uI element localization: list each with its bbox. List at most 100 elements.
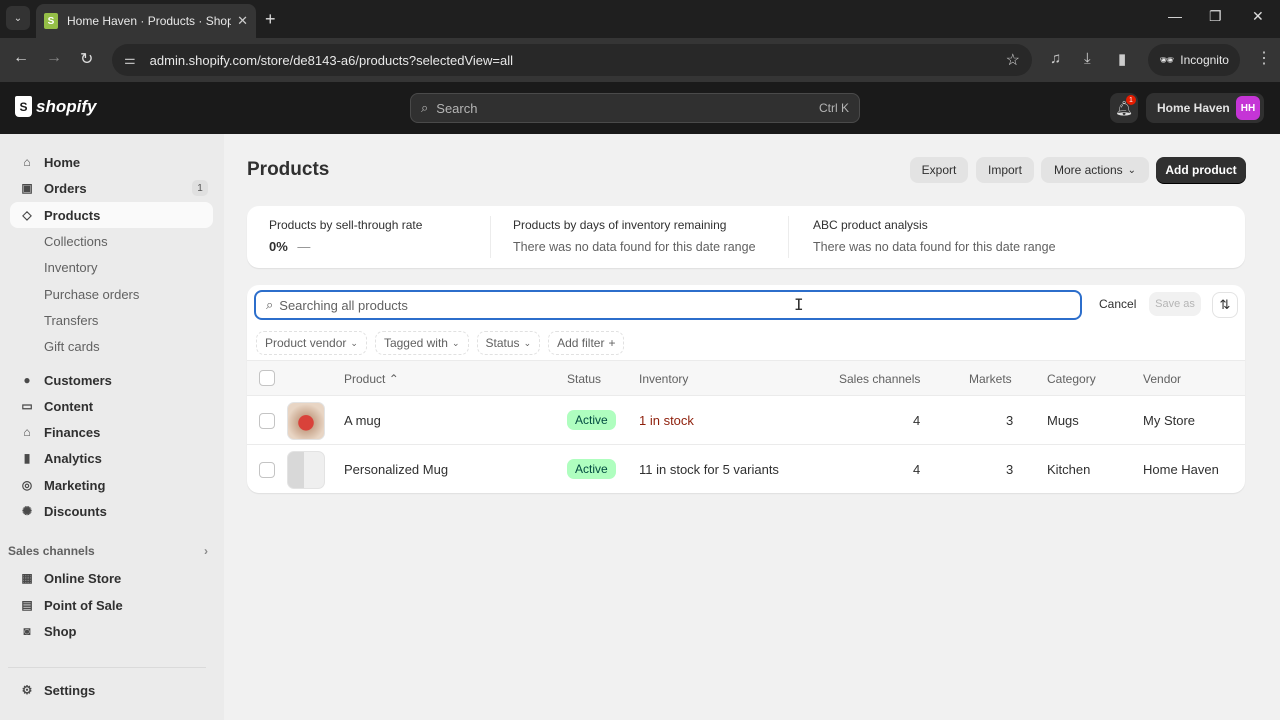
- media-icon[interactable]: ♫: [1050, 50, 1061, 67]
- sidebar-item-products[interactable]: ◇ Products: [10, 202, 213, 228]
- column-product[interactable]: Product ⌃: [344, 372, 399, 386]
- column-markets: Markets: [969, 372, 1012, 386]
- chevron-right-icon: ›: [204, 544, 208, 558]
- export-button[interactable]: Export: [910, 157, 968, 183]
- sidebar-item-label: Shop: [44, 623, 77, 639]
- product-name[interactable]: A mug: [344, 413, 381, 428]
- sidebar-item-label: Point of Sale: [44, 597, 123, 613]
- store-menu-button[interactable]: Home Haven HH: [1146, 93, 1264, 123]
- sidebar-item-label: Finances: [44, 424, 101, 440]
- markets-value: 3: [1006, 413, 1014, 428]
- browser-tab[interactable]: S Home Haven · Products · Shopify ✕: [36, 4, 256, 38]
- add-filter-button[interactable]: Add filter +: [548, 331, 625, 355]
- status-badge: Active: [567, 410, 616, 430]
- global-search[interactable]: ⌕ Search Ctrl K: [410, 93, 860, 123]
- close-tab-icon[interactable]: ✕: [237, 13, 248, 29]
- column-sales-channels: Sales channels: [839, 372, 921, 386]
- cancel-button[interactable]: Cancel: [1099, 297, 1136, 311]
- new-tab-button[interactable]: +: [265, 9, 276, 30]
- bookmark-star-icon[interactable]: ☆: [1006, 50, 1020, 70]
- search-icon: ⌕: [266, 297, 274, 312]
- close-window-icon[interactable]: ✕: [1252, 8, 1264, 25]
- filter-tagged-with[interactable]: Tagged with ⌄: [374, 331, 469, 355]
- metric-divider: [788, 216, 789, 258]
- notifications-button[interactable]: 🔔︎ 1: [1110, 93, 1138, 123]
- forward-icon[interactable]: →: [46, 49, 62, 67]
- table-row[interactable]: A mug Active 1 in stock 4 3 Mugs My Stor…: [247, 396, 1245, 445]
- browser-menu-icon[interactable]: ⋮: [1256, 48, 1272, 68]
- side-panel-icon[interactable]: ▮: [1118, 50, 1126, 68]
- filter-status[interactable]: Status ⌄: [476, 331, 541, 355]
- sidebar-item-finances[interactable]: ⌂ Finances: [10, 419, 213, 445]
- sidebar-item-orders[interactable]: ▣ Orders 1: [10, 175, 213, 201]
- sidebar-item-shop[interactable]: ◙ Shop: [10, 618, 213, 644]
- product-search-input[interactable]: ⌕ Searching all products: [254, 290, 1082, 320]
- sidebar-item-analytics[interactable]: ▮ Analytics: [10, 445, 213, 471]
- metric-abc-analysis[interactable]: ABC product analysis There was no data f…: [813, 218, 1056, 254]
- sort-button[interactable]: ⇅: [1212, 292, 1238, 318]
- metric-days-of-inventory[interactable]: Products by days of inventory remaining …: [513, 218, 756, 254]
- sidebar-item-label: Orders: [44, 180, 87, 196]
- product-thumbnail: [287, 402, 325, 440]
- site-info-icon[interactable]: ⚌: [124, 52, 136, 68]
- home-icon: ⌂: [23, 155, 31, 169]
- admin-topbar: S shopify ⌕ Search Ctrl K 🔔︎ 1 Home Have…: [0, 82, 1280, 134]
- minimize-icon[interactable]: —: [1168, 8, 1182, 24]
- markets-value: 3: [1006, 462, 1014, 477]
- metric-sell-through[interactable]: Products by sell-through rate 0% —: [269, 218, 422, 254]
- sidebar-item-marketing[interactable]: ◎ Marketing: [10, 472, 213, 498]
- sidebar-item-label: Home: [44, 154, 81, 170]
- chevron-down-icon: ⌄: [523, 337, 532, 348]
- table-row[interactable]: Personalized Mug Active 11 in stock for …: [247, 445, 1245, 493]
- sidebar-item-discounts[interactable]: ✺ Discounts: [10, 498, 213, 524]
- url-bar[interactable]: ⚌ admin.shopify.com/store/de8143-a6/prod…: [112, 44, 1032, 76]
- sidebar-item-content[interactable]: ▭ Content: [10, 393, 213, 419]
- row-checkbox[interactable]: [259, 462, 275, 478]
- sidebar-subitem-collections[interactable]: Collections: [44, 234, 108, 249]
- tab-title: Home Haven · Products · Shopify: [67, 14, 232, 28]
- search-shortcut: Ctrl K: [819, 101, 849, 115]
- sidebar-subitem-purchase-orders[interactable]: Purchase orders: [44, 287, 139, 302]
- sidebar-item-label: Products: [44, 207, 101, 223]
- sales-channels-header[interactable]: Sales channels ›: [8, 544, 208, 558]
- sidebar-item-point-of-sale[interactable]: ▤ Point of Sale: [10, 592, 213, 618]
- sidebar-item-settings[interactable]: ⚙ Settings: [10, 677, 213, 703]
- analytics-metrics-bar: Products by sell-through rate 0% — Produ…: [247, 206, 1245, 268]
- sidebar-item-label: Discounts: [44, 503, 107, 519]
- tag-icon: ◇: [22, 208, 32, 222]
- shopify-logo[interactable]: S shopify: [15, 96, 96, 117]
- sidebar-subitem-gift-cards[interactable]: Gift cards: [44, 339, 100, 354]
- trend-dash: —: [297, 239, 311, 254]
- sidebar-subitem-transfers[interactable]: Transfers: [44, 313, 98, 328]
- restore-icon[interactable]: ❐: [1209, 8, 1222, 25]
- status-badge: Active: [567, 459, 616, 479]
- sidebar-item-customers[interactable]: ● Customers: [10, 367, 213, 393]
- incognito-indicator[interactable]: 🕶 Incognito: [1148, 44, 1240, 76]
- column-status: Status: [567, 372, 602, 386]
- image-icon: ▭: [21, 399, 33, 413]
- metric-label: ABC product analysis: [813, 218, 928, 232]
- sidebar-item-home[interactable]: ⌂ Home: [10, 149, 213, 175]
- product-name[interactable]: Personalized Mug: [344, 462, 448, 477]
- page-title: Products: [247, 159, 330, 180]
- add-product-button[interactable]: Add product: [1156, 157, 1246, 183]
- column-category: Category: [1047, 372, 1096, 386]
- reload-icon[interactable]: ↻: [80, 49, 93, 69]
- filter-product-vendor[interactable]: Product vendor ⌄: [256, 331, 367, 355]
- sidebar-subitem-inventory[interactable]: Inventory: [44, 260, 97, 275]
- download-icon[interactable]: ⤓: [1084, 50, 1091, 67]
- sidebar-item-online-store[interactable]: ▦ Online Store: [10, 565, 213, 591]
- import-button[interactable]: Import: [976, 157, 1034, 183]
- chevron-down-icon: ⌄: [350, 337, 358, 348]
- filter-label: Product vendor: [265, 336, 347, 350]
- avatar: HH: [1236, 96, 1260, 120]
- save-as-button[interactable]: Save as: [1149, 292, 1201, 316]
- column-label: Product: [344, 372, 386, 386]
- tab-search-button[interactable]: ⌄: [6, 6, 30, 30]
- select-all-checkbox[interactable]: [259, 370, 275, 386]
- more-actions-button[interactable]: More actions ⌄: [1041, 157, 1149, 183]
- back-icon[interactable]: ←: [13, 49, 29, 67]
- row-checkbox[interactable]: [259, 413, 275, 429]
- column-vendor: Vendor: [1143, 372, 1182, 386]
- bank-icon: ⌂: [23, 425, 31, 439]
